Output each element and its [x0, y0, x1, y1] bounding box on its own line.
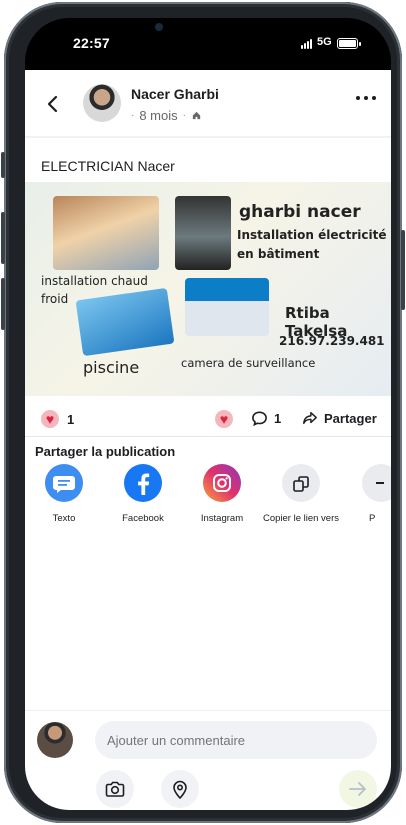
image-pool: piscine [83, 358, 140, 377]
reactions-bar: 1 1 Partager [25, 404, 391, 434]
author-avatar[interactable] [83, 84, 121, 122]
location-pin-icon [173, 780, 187, 800]
share-button[interactable]: Partager [302, 410, 377, 426]
share-option-facebook[interactable]: Facebook [103, 464, 183, 524]
reaction-count: 1 [67, 411, 75, 427]
back-arrow-icon[interactable] [43, 94, 63, 114]
network-type: 5G [317, 36, 332, 48]
image-phone: 216.97.239.481 [279, 334, 385, 348]
share-option-label: Instagram [200, 513, 244, 524]
share-option-instagram[interactable]: Instagram [182, 464, 262, 524]
share-option-label: Texto [52, 513, 76, 524]
instagram-icon [203, 464, 241, 502]
signal-icon [301, 39, 315, 49]
post-meta: · 8 mois · [131, 108, 202, 123]
audience-home-icon [192, 111, 201, 120]
comment-button[interactable]: 1 [251, 410, 281, 427]
image-line1: Installation électricité [237, 228, 387, 242]
share-label: Partager [324, 410, 377, 426]
post-caption: ELECTRICIAN Nacer [41, 158, 175, 174]
front-camera [155, 23, 163, 31]
reactions-divider [25, 436, 391, 437]
composer-divider [25, 710, 391, 711]
image-heating2: froid [41, 292, 69, 306]
header-divider [25, 136, 391, 138]
status-time: 22:57 [73, 35, 110, 51]
post-header: Nacer Gharbi · 8 mois · [25, 70, 391, 136]
volume-down-button [1, 278, 5, 330]
share-option-texto[interactable]: Texto [25, 464, 104, 524]
share-option-copy-link[interactable]: Copier le lien vers [261, 464, 341, 524]
mute-switch [1, 152, 5, 178]
post-view: Nacer Gharbi · 8 mois · ELECTRICIAN Nace… [25, 70, 391, 810]
meta-separator: · [182, 110, 186, 121]
reaction-summary[interactable]: 1 [41, 410, 74, 428]
electrical-panel-photo [175, 196, 231, 270]
image-camera: camera de surveillance [181, 356, 316, 370]
share-section-title: Partager la publication [35, 444, 176, 459]
comment-icon [252, 411, 267, 427]
volume-up-button [1, 212, 5, 264]
more-options-icon[interactable] [355, 94, 377, 104]
love-reaction-icon [41, 410, 59, 428]
post-image[interactable]: gharbi nacer Installation électricité en… [25, 182, 391, 396]
battery-icon [337, 38, 361, 49]
image-line2: en bâtiment [237, 247, 320, 261]
share-option-label: P [369, 513, 376, 524]
comment-input[interactable] [95, 721, 377, 759]
status-bar: 22:57 5G [25, 18, 391, 70]
share-option-more[interactable]: P [340, 464, 391, 524]
power-button [401, 230, 405, 310]
pipes-photo [53, 196, 159, 270]
my-avatar [37, 722, 73, 758]
send-button[interactable] [339, 770, 377, 808]
camera-button[interactable] [96, 770, 134, 808]
copy-icon [282, 464, 320, 502]
meta-separator: · [131, 110, 135, 121]
message-icon [45, 464, 83, 502]
share-arrow-icon [303, 411, 317, 425]
camera-icon [105, 781, 125, 797]
location-button[interactable] [161, 770, 199, 808]
share-option-label: Facebook [122, 513, 164, 524]
share-option-label: Copier le lien vers [262, 513, 340, 524]
love-button-icon[interactable] [215, 410, 233, 428]
facebook-icon [124, 464, 162, 502]
pool-photo [75, 287, 175, 357]
image-heating: installation chaud [41, 274, 148, 288]
phone-frame: 22:57 5G Nacer Gharbi · 8 mois · ELECTRI… [1, 2, 405, 823]
author-name[interactable]: Nacer Gharbi [131, 86, 219, 102]
post-age[interactable]: 8 mois [139, 108, 177, 123]
send-arrow-icon [349, 782, 366, 796]
more-share-icon [362, 464, 391, 502]
screen: 22:57 5G Nacer Gharbi · 8 mois · ELECTRI… [25, 18, 391, 810]
comment-count: 1 [274, 411, 282, 426]
image-title: gharbi nacer [239, 202, 361, 222]
camera-kit-photo [185, 278, 269, 336]
